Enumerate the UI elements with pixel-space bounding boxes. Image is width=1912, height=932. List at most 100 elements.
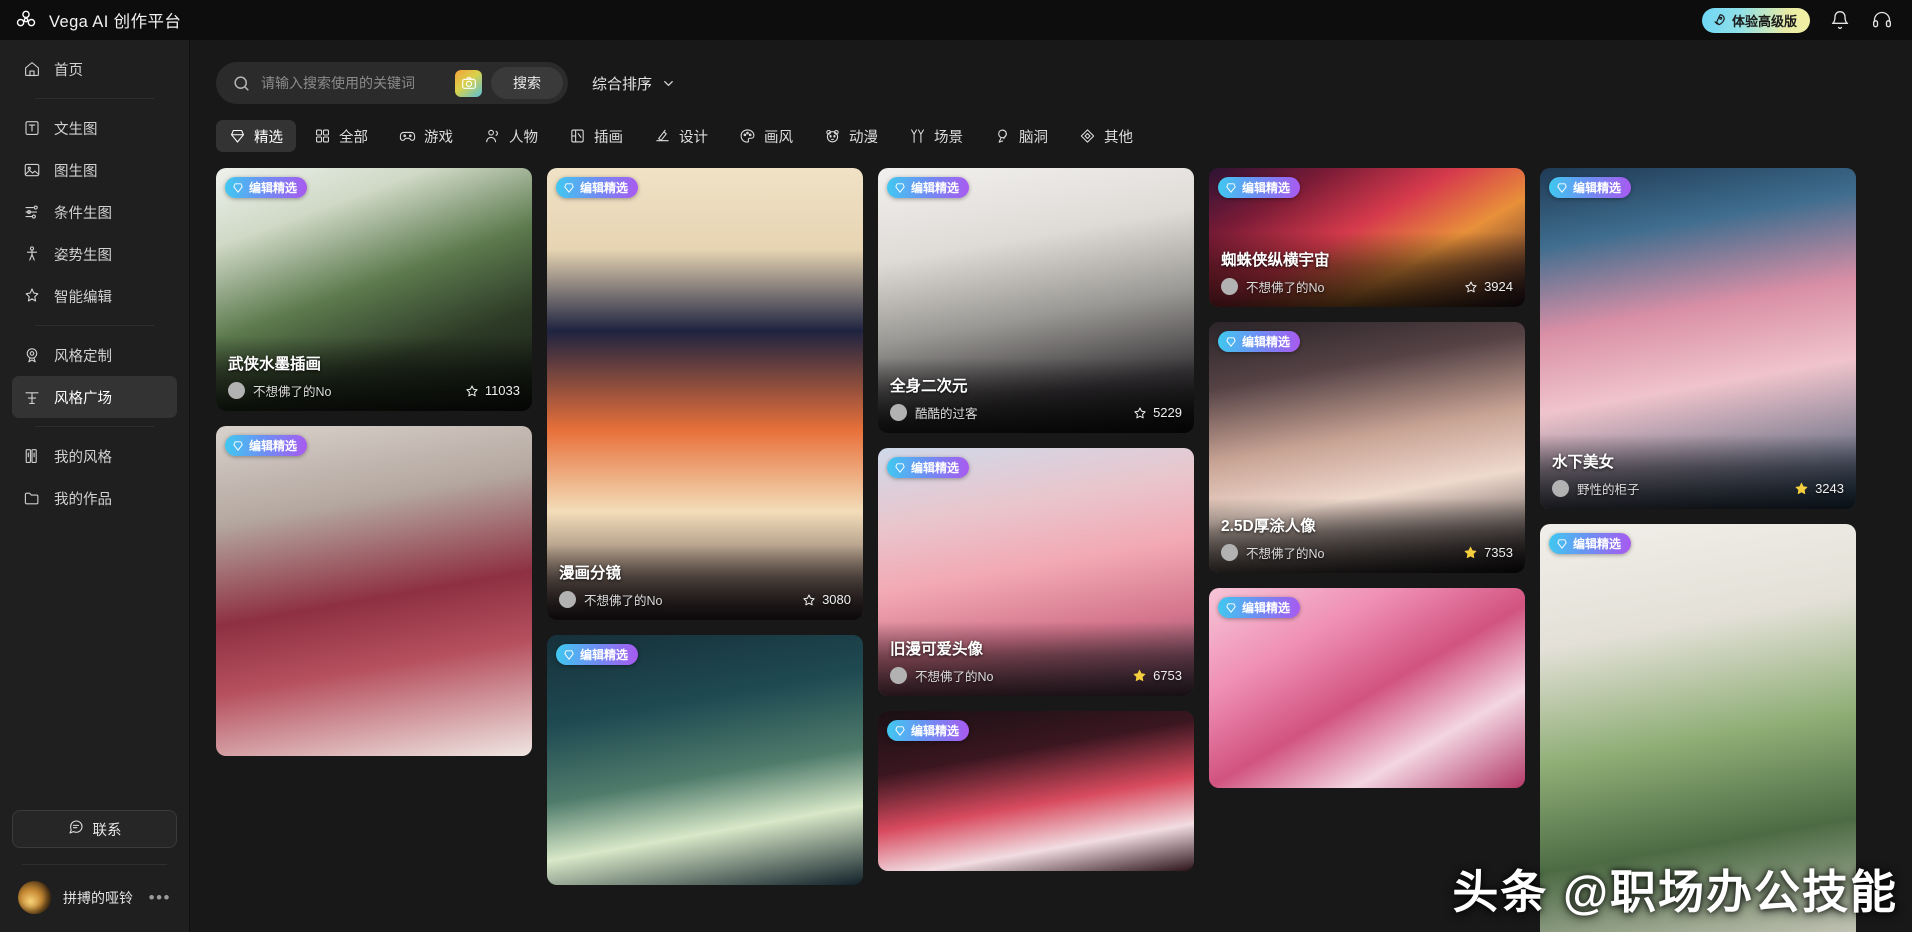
gamepad-icon — [399, 128, 416, 145]
tab-6[interactable]: 设计 — [641, 120, 721, 152]
author-avatar — [559, 591, 576, 608]
star-value: 3243 — [1815, 481, 1844, 496]
card-author: 不想佛了的No — [584, 594, 663, 608]
style-card[interactable]: 编辑精选 — [1209, 588, 1525, 788]
style-card[interactable]: 编辑精选 — [216, 426, 532, 756]
tab-label: 场景 — [934, 129, 963, 146]
tab-3[interactable]: 游戏 — [386, 120, 466, 152]
card-author: 不想佛了的No — [253, 385, 332, 399]
sidebar-item-1[interactable]: 首页 — [12, 48, 177, 90]
editor-pick-badge: 编辑精选 — [887, 177, 970, 198]
grid-icon — [314, 128, 331, 145]
diamond-icon — [563, 182, 575, 194]
sidebar-item-3[interactable]: 图生图 — [12, 149, 177, 191]
search-input[interactable] — [251, 75, 455, 91]
vega-flower-logo-icon — [14, 8, 38, 32]
tab-4[interactable]: 人物 — [471, 120, 551, 152]
card-meta: 酷酷的过客 5229 — [890, 403, 1182, 422]
style-card[interactable]: 编辑精选 — [547, 635, 863, 885]
author-avatar — [890, 404, 907, 421]
tab-label: 全部 — [339, 129, 368, 146]
sidebar-item-label: 我的风格 — [54, 449, 112, 466]
star-value: 11033 — [484, 383, 520, 398]
tab-11[interactable]: 其他 — [1066, 120, 1146, 152]
card-meta: 不想佛了的No 3080 — [559, 590, 851, 609]
card-title: 旧漫可爱头像 — [890, 641, 984, 658]
editor-pick-badge: 编辑精选 — [1218, 331, 1301, 352]
style-card[interactable]: 编辑精选 漫画分镜 不想佛了的No 3080 — [547, 168, 863, 620]
sidebar-item-6[interactable]: 智能编辑 — [12, 275, 177, 317]
star-icon — [1464, 280, 1478, 294]
sidebar-divider — [22, 864, 167, 865]
style-card[interactable]: 编辑精选 — [1540, 524, 1856, 932]
diamond-icon — [1225, 602, 1237, 614]
sidebar-item-9[interactable]: 我的风格 — [12, 435, 177, 477]
sidebar-item-label: 风格广场 — [54, 390, 112, 407]
diamond-icon — [232, 440, 244, 452]
design-icon — [654, 128, 671, 145]
sort-dropdown[interactable]: 综合排序 — [592, 73, 676, 94]
style-card[interactable]: 编辑精选 2.5D厚涂人像 不想佛了的No 7353 — [1209, 322, 1525, 573]
folder-icon — [23, 489, 41, 507]
star-count: 5229 — [1133, 405, 1182, 420]
ellipsis-icon[interactable]: ••• — [149, 889, 171, 906]
star-count: 7353 — [1463, 545, 1513, 560]
badge-label: 编辑精选 — [911, 461, 960, 475]
badge-label: 编辑精选 — [1573, 181, 1622, 195]
star-icon — [1794, 481, 1809, 496]
tab-10[interactable]: 脑洞 — [981, 120, 1061, 152]
star-value: 3924 — [1484, 279, 1513, 294]
style-card[interactable]: 编辑精选 水下美女 野性的柜子 3243 — [1540, 168, 1856, 509]
sidebar-item-2[interactable]: 文生图 — [12, 107, 177, 149]
tab-9[interactable]: 场景 — [896, 120, 976, 152]
sidebar-item-label: 我的作品 — [54, 491, 112, 508]
tab-label: 其他 — [1104, 129, 1133, 146]
search-bar[interactable]: 搜索 — [216, 62, 568, 104]
notification-bell-icon[interactable] — [1828, 8, 1852, 32]
style-card[interactable]: 编辑精选 蜘蛛侠纵横宇宙 不想佛了的No 3924 — [1209, 168, 1525, 307]
sidebar-item-8[interactable]: 风格广场 — [12, 376, 177, 418]
camera-search-icon[interactable] — [455, 69, 482, 97]
sparkle-icon — [23, 287, 41, 305]
hanfu-parasol-girl-thumbnail — [1540, 524, 1856, 932]
sidebar-item-label: 图生图 — [54, 163, 98, 180]
tab-1[interactable]: 精选 — [216, 120, 296, 152]
style-card[interactable]: 编辑精选 旧漫可爱头像 不想佛了的No 6753 — [878, 448, 1194, 696]
premium-upgrade-button[interactable]: 体验高级版 — [1701, 7, 1810, 33]
badge-label: 编辑精选 — [249, 181, 298, 195]
card-title: 武侠水墨插画 — [228, 356, 322, 373]
card-title: 水下美女 — [1552, 454, 1615, 471]
moonlit-fantasy-castle-thumbnail — [547, 635, 863, 885]
support-headset-icon[interactable] — [1870, 8, 1894, 32]
search-button[interactable]: 搜索 — [491, 67, 563, 99]
style-card[interactable]: 编辑精选 — [878, 711, 1194, 871]
tab-5[interactable]: 插画 — [556, 120, 636, 152]
sidebar: 首页 文生图 图生图 条件生图 姿势生图 智能编辑 风格定制 风格广场 我的风格 我的作品 联系 … — [0, 40, 190, 932]
style-card[interactable]: 编辑精选 全身二次元 酷酷的过客 5229 — [878, 168, 1194, 433]
user-profile-row[interactable]: 拼搏的哑铃 ••• — [12, 877, 177, 918]
diamond-icon — [1556, 182, 1568, 194]
sidebar-item-10[interactable]: 我的作品 — [12, 477, 177, 519]
card-title: 漫画分镜 — [559, 565, 622, 582]
brand[interactable]: Vega AI 创作平台 — [14, 8, 181, 32]
tab-7[interactable]: 画风 — [726, 120, 806, 152]
contact-button[interactable]: 联系 — [12, 810, 177, 848]
editor-pick-badge: 编辑精选 — [887, 457, 970, 478]
card-author: 不想佛了的No — [1246, 281, 1325, 295]
author-avatar — [228, 382, 245, 399]
star-icon — [1133, 406, 1147, 420]
card-title: 2.5D厚涂人像 — [1221, 518, 1316, 535]
sidebar-item-5[interactable]: 姿势生图 — [12, 233, 177, 275]
sidebar-item-4[interactable]: 条件生图 — [12, 191, 177, 233]
target-icon — [23, 346, 41, 364]
star-value: 7353 — [1484, 545, 1513, 560]
tab-2[interactable]: 全部 — [301, 120, 381, 152]
style-card[interactable]: 编辑精选武侠水墨插画不想佛了的No 11033 — [216, 168, 532, 411]
badge-label: 编辑精选 — [580, 648, 629, 662]
tab-label: 人物 — [509, 129, 538, 146]
tab-label: 设计 — [679, 129, 708, 146]
tab-8[interactable]: 动漫 — [811, 120, 891, 152]
sidebar-item-7[interactable]: 风格定制 — [12, 334, 177, 376]
editor-pick-badge: 编辑精选 — [1549, 177, 1632, 198]
tab-label: 精选 — [254, 129, 283, 146]
